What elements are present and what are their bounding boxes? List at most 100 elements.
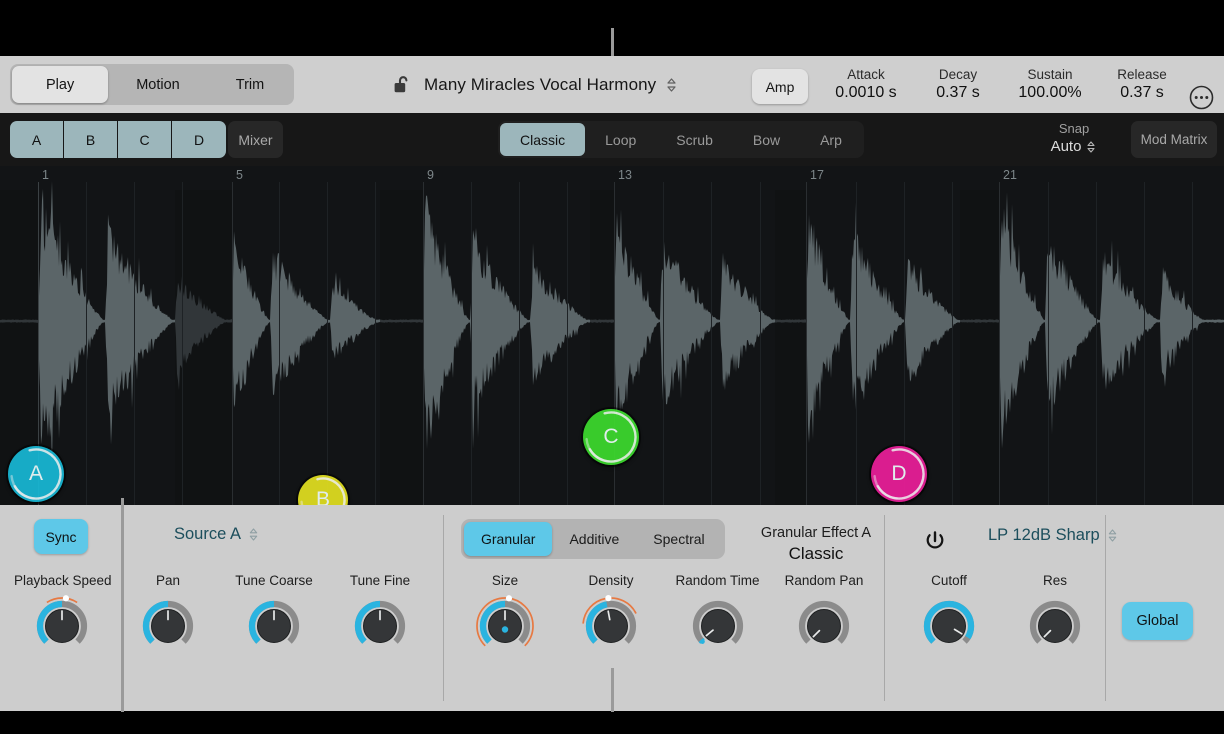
marker-label: A: [29, 462, 43, 486]
playmode-loop[interactable]: Loop: [585, 123, 656, 156]
envelope-release-label: Release: [1096, 66, 1188, 83]
power-icon[interactable]: [924, 530, 946, 557]
knob-graphic-size[interactable]: [474, 595, 536, 657]
knob-res[interactable]: Res: [1022, 573, 1088, 657]
source-menu[interactable]: Source A: [174, 525, 259, 544]
global-button[interactable]: Global: [1122, 602, 1193, 640]
snap-value-row[interactable]: Auto: [1036, 137, 1112, 157]
knob-graphic-random-time[interactable]: [687, 595, 749, 657]
playmode-classic[interactable]: Classic: [500, 123, 585, 156]
waveform-marker-d[interactable]: D: [871, 446, 927, 502]
filter-type-value: LP 12dB Sharp: [988, 526, 1100, 545]
group-button-b[interactable]: B: [64, 121, 118, 158]
knob-label-tune-coarse: Tune Coarse: [228, 573, 320, 589]
mode-segmented-control[interactable]: Play Motion Trim: [10, 64, 294, 105]
knob-random-time[interactable]: Random Time: [665, 573, 770, 657]
waveform-display[interactable]: 159131721 ABCD: [0, 166, 1224, 505]
playmode-bow[interactable]: Bow: [733, 123, 800, 156]
knob-graphic-tune-fine[interactable]: [349, 595, 411, 657]
ruler-tick-1: 1: [42, 168, 49, 182]
knob-graphic-playback-speed[interactable]: [31, 595, 93, 657]
group-button-c[interactable]: C: [118, 121, 172, 158]
tab-play[interactable]: Play: [12, 66, 108, 103]
sampler-window: Play Motion Trim Many Miracles Vocal Har…: [0, 56, 1224, 711]
engine-spectral[interactable]: Spectral: [636, 522, 721, 556]
toolbar: A B C D Mixer Classic Loop Scrub Bow Arp…: [0, 113, 1224, 166]
chevron-up-down-icon[interactable]: [1086, 140, 1097, 154]
engine-additive[interactable]: Additive: [552, 522, 636, 556]
tab-trim[interactable]: Trim: [208, 66, 292, 103]
waveform-marker-b[interactable]: B: [298, 475, 348, 505]
snap-value: Auto: [1051, 137, 1082, 157]
envelope-sustain[interactable]: Sustain 100.00%: [1004, 66, 1096, 103]
knob-playback-speed[interactable]: Playback Speed: [14, 573, 109, 657]
knob-graphic-tune-coarse[interactable]: [243, 595, 305, 657]
ruler-tick-9: 9: [427, 168, 434, 182]
ruler-gridline-minor: [375, 182, 376, 505]
unlocked-padlock-icon[interactable]: [392, 74, 414, 96]
playmode-scrub[interactable]: Scrub: [656, 123, 733, 156]
chevron-up-down-icon[interactable]: [1107, 528, 1118, 543]
knob-label-size: Size: [470, 573, 540, 589]
footer-strip: [0, 711, 1224, 734]
knob-size[interactable]: Size: [470, 573, 540, 657]
ruler-gridline-minor: [1048, 182, 1049, 505]
ruler-gridline-minor: [1192, 182, 1193, 505]
knob-graphic-random-pan[interactable]: [793, 595, 855, 657]
header-bar: Play Motion Trim Many Miracles Vocal Har…: [0, 56, 1224, 113]
envelope-release[interactable]: Release 0.37 s: [1096, 66, 1188, 103]
knob-density[interactable]: Density: [576, 573, 646, 657]
timeline-ruler[interactable]: 159131721: [0, 166, 1224, 190]
ruler-gridline-minor: [1096, 182, 1097, 505]
ruler-gridline-minor: [1144, 182, 1145, 505]
knob-label-pan: Pan: [133, 573, 203, 589]
filter-type-menu[interactable]: LP 12dB Sharp: [988, 526, 1118, 545]
chevron-up-down-icon[interactable]: [248, 527, 259, 542]
granular-effect-readout[interactable]: Granular Effect A Classic: [736, 523, 896, 565]
ruler-tick-13: 13: [618, 168, 632, 182]
knob-tune-coarse[interactable]: Tune Coarse: [228, 573, 320, 657]
waveform-marker-c[interactable]: C: [583, 409, 639, 465]
mixer-button[interactable]: Mixer: [228, 121, 283, 158]
knob-graphic-pan[interactable]: [137, 595, 199, 657]
knob-cutoff[interactable]: Cutoff: [913, 573, 985, 657]
preset-title-group[interactable]: Many Miracles Vocal Harmony: [392, 56, 677, 113]
ruler-gridline-minor: [182, 182, 183, 505]
playmode-segmented-control[interactable]: Classic Loop Scrub Bow Arp: [498, 121, 864, 158]
envelope-release-value[interactable]: 0.37 s: [1096, 83, 1188, 103]
group-selector[interactable]: A B C D: [10, 121, 226, 158]
knob-graphic-res[interactable]: [1024, 595, 1086, 657]
ruler-gridline: [232, 182, 233, 505]
tab-motion[interactable]: Motion: [108, 66, 208, 103]
envelope-decay[interactable]: Decay 0.37 s: [912, 66, 1004, 103]
source-menu-value: Source A: [174, 525, 241, 544]
envelope-decay-value[interactable]: 0.37 s: [912, 83, 1004, 103]
chevron-up-down-icon[interactable]: [666, 77, 677, 93]
ellipsis-circle-icon[interactable]: [1189, 85, 1214, 115]
group-button-a[interactable]: A: [10, 121, 64, 158]
waveform-marker-a[interactable]: A: [8, 446, 64, 502]
marker-label: D: [891, 462, 906, 486]
engine-granular[interactable]: Granular: [464, 522, 552, 556]
knob-graphic-density[interactable]: [580, 595, 642, 657]
granular-effect-value[interactable]: Classic: [736, 543, 896, 565]
snap-control[interactable]: Snap Auto: [1036, 120, 1112, 157]
envelope-attack[interactable]: Attack 0.0010 s: [820, 66, 912, 103]
knob-label-cutoff: Cutoff: [913, 573, 985, 589]
playmode-arp[interactable]: Arp: [800, 123, 862, 156]
knob-label-density: Density: [576, 573, 646, 589]
knob-pan[interactable]: Pan: [133, 573, 203, 657]
envelope-attack-value[interactable]: 0.0010 s: [820, 83, 912, 103]
waveform-zone-shade: [175, 190, 232, 505]
knob-graphic-cutoff[interactable]: [918, 595, 980, 657]
knob-random-pan[interactable]: Random Pan: [774, 573, 874, 657]
group-button-d[interactable]: D: [172, 121, 226, 158]
envelope-sustain-value[interactable]: 100.00%: [1004, 83, 1096, 103]
sync-button[interactable]: Sync: [34, 519, 88, 554]
engine-segmented-control[interactable]: Granular Additive Spectral: [461, 519, 725, 559]
mod-matrix-button[interactable]: Mod Matrix: [1131, 121, 1217, 158]
snap-label: Snap: [1036, 120, 1112, 137]
ruler-gridline: [423, 182, 424, 505]
knob-tune-fine[interactable]: Tune Fine: [340, 573, 420, 657]
amp-button[interactable]: Amp: [752, 69, 808, 104]
